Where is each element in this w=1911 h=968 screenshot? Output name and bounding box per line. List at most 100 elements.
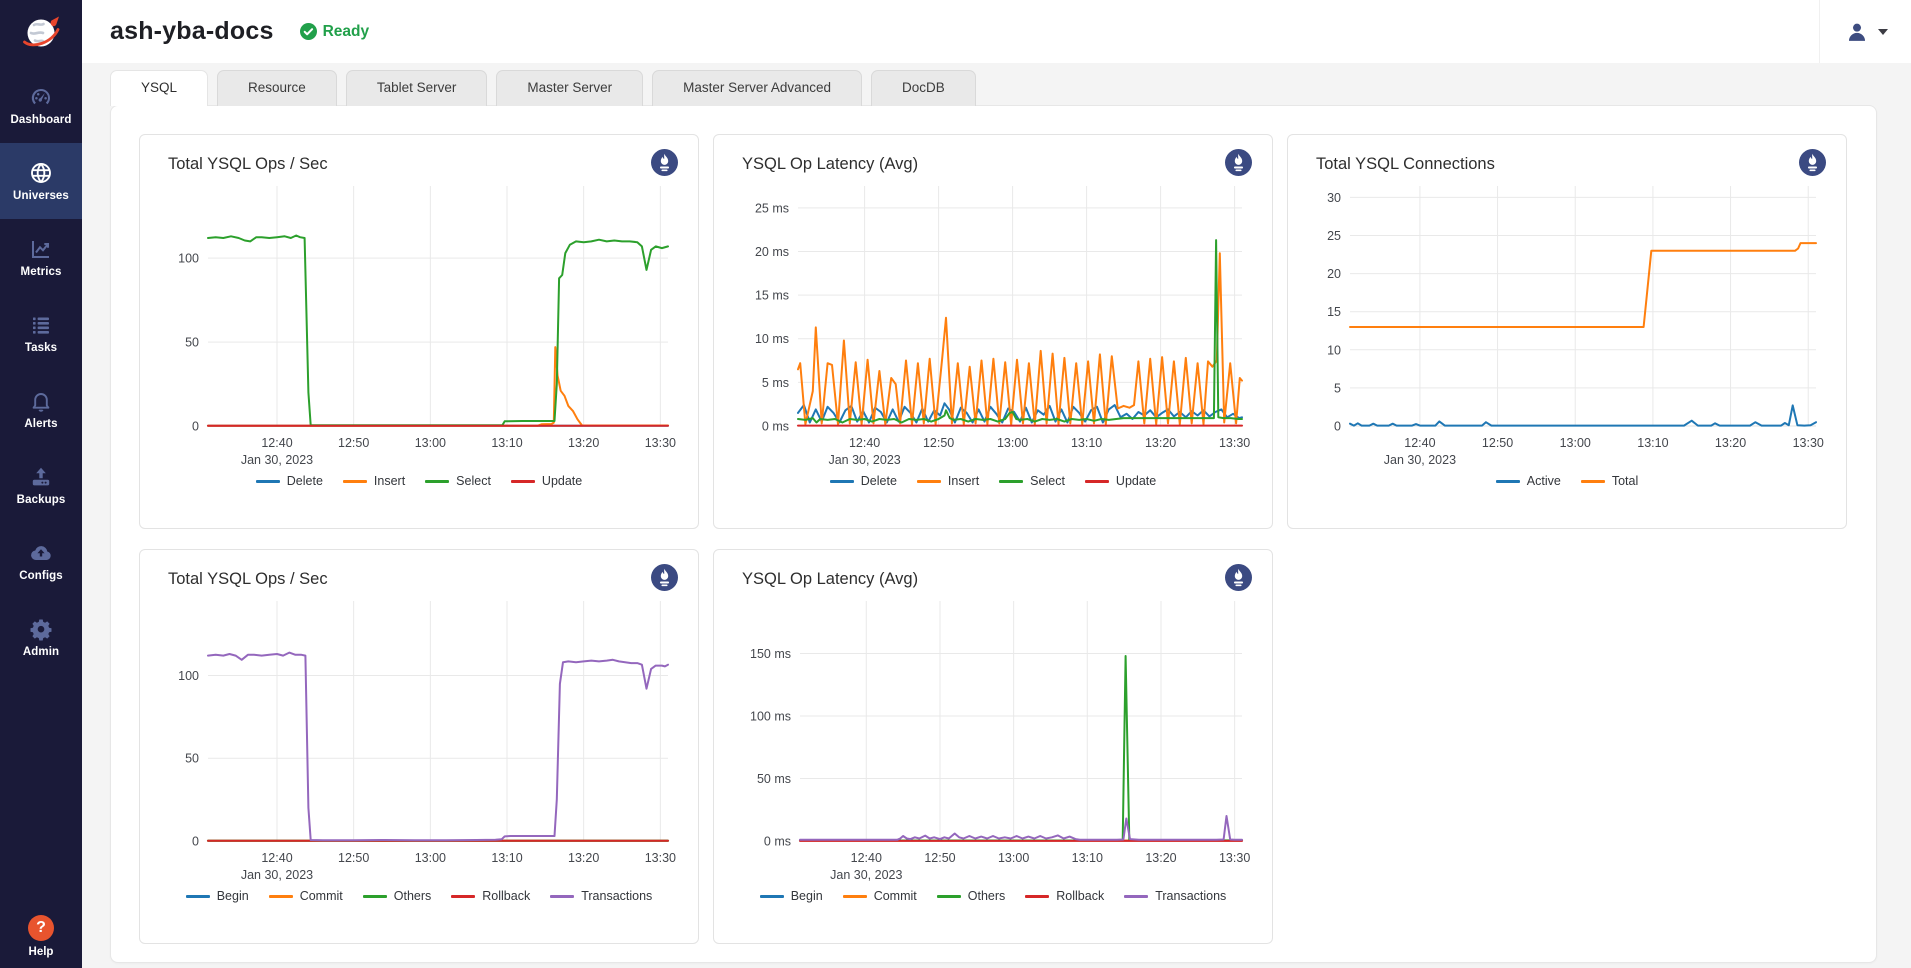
sidebar-item-metrics[interactable]: Metrics (0, 219, 82, 295)
legend-item-select[interactable]: Select (999, 474, 1065, 488)
legend-label: Insert (374, 474, 405, 488)
chart-title: Total YSQL Connections (1310, 151, 1824, 174)
legend-item-rollback[interactable]: Rollback (451, 889, 530, 903)
prometheus-icon[interactable] (651, 149, 678, 176)
legend-item-update[interactable]: Update (1085, 474, 1156, 488)
sidebar-item-admin[interactable]: Admin (0, 599, 82, 675)
legend-label: Total (1612, 474, 1638, 488)
legend-item-total[interactable]: Total (1581, 474, 1638, 488)
chart-legend: Begin Commit Others Rollback Transactions (736, 889, 1250, 903)
legend-label: Select (1030, 474, 1065, 488)
svg-text:13:20: 13:20 (568, 436, 599, 450)
prometheus-icon[interactable] (1225, 564, 1252, 591)
sidebar: DashboardUniversesMetricsTasksAlertsBack… (0, 0, 82, 968)
sidebar-item-dashboard[interactable]: Dashboard (0, 67, 82, 143)
legend-swatch (917, 480, 941, 483)
chevron-down-icon (1878, 29, 1888, 35)
sidebar-nav: DashboardUniversesMetricsTasksAlertsBack… (0, 67, 82, 675)
legend-item-rollback[interactable]: Rollback (1025, 889, 1104, 903)
tab-resource[interactable]: Resource (217, 70, 337, 106)
legend-item-select[interactable]: Select (425, 474, 491, 488)
chart-canvas[interactable]: 12:4012:5013:0013:1013:2013:300 ms50 ms1… (736, 593, 1250, 889)
tab-ysql[interactable]: YSQL (110, 70, 208, 106)
metrics-card: Total YSQL Ops / Sec 12:40 12:50 13:00 13:10… (110, 105, 1877, 963)
sidebar-item-label: Help (29, 946, 54, 958)
svg-text:25 ms: 25 ms (755, 201, 789, 215)
prometheus-icon[interactable] (1799, 149, 1826, 176)
tab-docdb[interactable]: DocDB (871, 70, 976, 106)
svg-text:13:30: 13:30 (645, 851, 676, 865)
svg-text:13:00: 13:00 (415, 436, 446, 450)
svg-text:10: 10 (1327, 343, 1341, 357)
legend-item-others[interactable]: Others (937, 889, 1006, 903)
legend-item-update[interactable]: Update (511, 474, 582, 488)
legend-item-insert[interactable]: Insert (343, 474, 405, 488)
legend-item-active[interactable]: Active (1496, 474, 1561, 488)
sidebar-item-tasks[interactable]: Tasks (0, 295, 82, 371)
chart-panel: YSQL Op Latency (Avg)12:4012:5013:0013:1… (713, 134, 1273, 529)
svg-text:13:10: 13:10 (1071, 436, 1102, 450)
universes-icon (29, 161, 53, 185)
svg-text:0 ms: 0 ms (762, 420, 789, 434)
svg-text:0: 0 (192, 420, 199, 434)
backups-icon (29, 465, 53, 489)
sidebar-item-backups[interactable]: Backups (0, 447, 82, 523)
dashboard-icon (29, 85, 53, 109)
svg-text:13:30: 13:30 (1219, 851, 1250, 865)
svg-text:13:10: 13:10 (1072, 851, 1103, 865)
svg-text:50 ms: 50 ms (757, 772, 791, 786)
svg-text:13:00: 13:00 (1560, 436, 1591, 450)
metrics-icon (29, 237, 53, 261)
alerts-icon (29, 389, 53, 413)
legend-swatch (830, 480, 854, 483)
legend-label: Select (456, 474, 491, 488)
legend-swatch (186, 895, 210, 898)
legend-item-begin[interactable]: Begin (760, 889, 823, 903)
tab-master-server[interactable]: Master Server (496, 70, 643, 106)
chart-canvas[interactable]: 12:4012:5013:0013:1013:2013:300 ms5 ms10… (736, 178, 1250, 474)
legend-item-insert[interactable]: Insert (917, 474, 979, 488)
legend-item-commit[interactable]: Commit (269, 889, 343, 903)
svg-text:12:50: 12:50 (338, 851, 369, 865)
legend-item-transactions[interactable]: Transactions (550, 889, 652, 903)
legend-item-commit[interactable]: Commit (843, 889, 917, 903)
svg-text:150 ms: 150 ms (750, 647, 791, 661)
legend-item-transactions[interactable]: Transactions (1124, 889, 1226, 903)
chart-canvas[interactable]: 12:4012:5013:0013:1013:2013:30050100Jan … (162, 178, 676, 474)
svg-text:12:40: 12:40 (261, 851, 292, 865)
user-icon (1844, 19, 1870, 45)
chart-panel: YSQL Op Latency (Avg)12:4012:5013:0013:1… (713, 549, 1273, 944)
chart-title: YSQL Op Latency (Avg) (736, 566, 1250, 589)
svg-text:Jan 30, 2023: Jan 30, 2023 (1384, 453, 1456, 467)
legend-item-delete[interactable]: Delete (256, 474, 323, 488)
svg-text:20 ms: 20 ms (755, 245, 789, 259)
svg-text:Jan 30, 2023: Jan 30, 2023 (828, 453, 900, 467)
svg-text:15 ms: 15 ms (755, 289, 789, 303)
svg-text:15: 15 (1327, 305, 1341, 319)
chart-legend: Active Total (1310, 474, 1824, 488)
user-menu[interactable] (1819, 0, 1911, 63)
tab-master-server-advanced[interactable]: Master Server Advanced (652, 70, 862, 106)
svg-text:13:20: 13:20 (1145, 851, 1176, 865)
legend-swatch (1085, 480, 1109, 483)
legend-swatch (1581, 480, 1605, 483)
legend-item-delete[interactable]: Delete (830, 474, 897, 488)
sidebar-item-help[interactable]: ? Help (0, 915, 82, 958)
sidebar-item-universes[interactable]: Universes (0, 143, 82, 219)
tab-tablet-server[interactable]: Tablet Server (346, 70, 488, 106)
svg-text:100 ms: 100 ms (750, 710, 791, 724)
sidebar-item-alerts[interactable]: Alerts (0, 371, 82, 447)
svg-text:13:20: 13:20 (1145, 436, 1176, 450)
yugabyte-logo-icon[interactable] (0, 0, 82, 67)
legend-item-others[interactable]: Others (363, 889, 432, 903)
legend-swatch (256, 480, 280, 483)
legend-item-begin[interactable]: Begin (186, 889, 249, 903)
svg-text:5 ms: 5 ms (762, 376, 789, 390)
chart-title: Total YSQL Ops / Sec (162, 566, 676, 589)
chart-canvas[interactable]: 12:4012:5013:0013:1013:2013:300510152025… (1310, 178, 1824, 474)
svg-text:13:20: 13:20 (1715, 436, 1746, 450)
sidebar-item-configs[interactable]: Configs (0, 523, 82, 599)
prometheus-icon[interactable] (651, 564, 678, 591)
chart-canvas[interactable]: 12:4012:5013:0013:1013:2013:30050100Jan … (162, 593, 676, 889)
prometheus-icon[interactable] (1225, 149, 1252, 176)
